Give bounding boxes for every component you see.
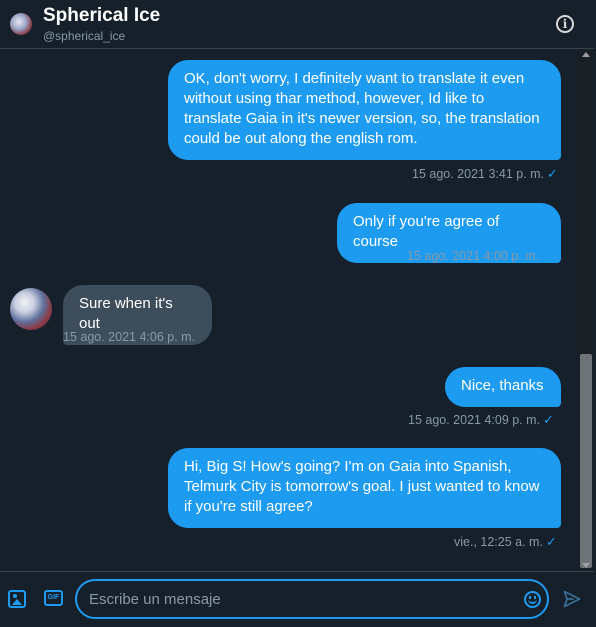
scrollbar-thumb[interactable]	[580, 354, 592, 568]
message-timestamp: 15 ago. 2021 3:41 p. m. ✓	[412, 166, 558, 182]
conversation-title[interactable]: Spherical Ice	[43, 5, 160, 27]
header-avatar[interactable]	[10, 13, 32, 35]
info-icon[interactable]: i	[556, 15, 574, 33]
image-icon-mountain	[12, 599, 22, 605]
scroll-down-arrow-icon[interactable]	[582, 563, 590, 568]
message-bubble-outgoing[interactable]: Nice, thanks	[445, 367, 561, 407]
check-icon: ✓	[545, 534, 557, 549]
message-bubble-outgoing[interactable]: OK, don't worry, I definitely want to tr…	[168, 60, 561, 160]
message-text: OK, don't worry, I definitely want to tr…	[184, 70, 540, 147]
message-timestamp: vie., 12:25 a. m. ✓	[454, 534, 557, 550]
timestamp-text: 15 ago. 2021 4:09 p. m.	[408, 413, 541, 427]
check-icon: ✓	[543, 412, 554, 427]
sender-avatar[interactable]	[10, 288, 52, 330]
image-icon-sun	[13, 594, 17, 598]
timestamp-text: 15 ago. 2021 4:06 p. m.	[63, 330, 196, 344]
timestamp-text: vie., 12:25 a. m.	[454, 535, 543, 549]
message-text: Nice, thanks	[461, 377, 544, 394]
timestamp-text: 15 ago. 2021 3:41 p. m.	[412, 167, 545, 181]
gif-icon[interactable]: GIF	[44, 590, 63, 606]
check-icon: ✓	[547, 166, 558, 181]
message-timestamp: 15 ago. 2021 4:00 p. m. ✓	[407, 248, 553, 264]
message-input-container[interactable]	[75, 579, 549, 619]
message-list: OK, don't worry, I definitely want to tr…	[0, 50, 594, 570]
timestamp-text: 15 ago. 2021 4:00 p. m.	[407, 249, 540, 263]
scroll-up-arrow-icon[interactable]	[582, 52, 590, 57]
emoji-icon[interactable]	[524, 591, 541, 608]
message-composer: GIF	[0, 571, 594, 627]
conversation-handle[interactable]: @spherical_ice	[43, 29, 125, 43]
scrollbar[interactable]	[578, 50, 594, 570]
image-icon[interactable]	[8, 590, 26, 608]
message-timestamp: 15 ago. 2021 4:09 p. m. ✓	[408, 412, 554, 428]
check-icon: ✓	[542, 248, 553, 263]
message-input[interactable]	[89, 589, 509, 609]
emoji-icon-mouth	[528, 599, 537, 604]
message-bubble-outgoing[interactable]: Hi, Big S! How's going? I'm on Gaia into…	[168, 448, 561, 528]
send-icon[interactable]	[562, 589, 582, 609]
message-text: Sure when it's out	[79, 295, 173, 332]
message-text: Hi, Big S! How's going? I'm on Gaia into…	[184, 458, 540, 515]
conversation-header: Spherical Ice @spherical_ice i	[0, 0, 594, 49]
message-timestamp: 15 ago. 2021 4:06 p. m.	[63, 330, 195, 344]
message-text: Only if you're agree of course	[353, 213, 500, 250]
